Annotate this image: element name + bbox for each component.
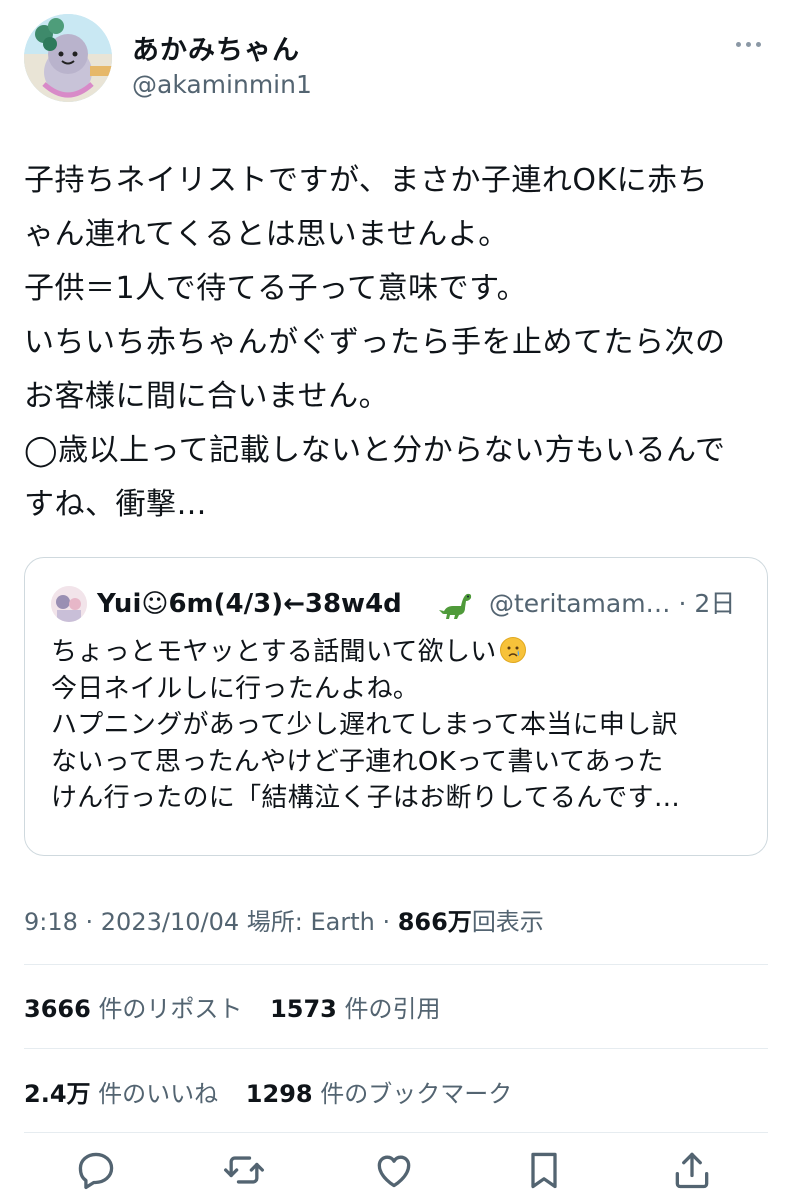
- crying-face-icon: [499, 636, 527, 664]
- tweet-detail: あかみちゃん @akaminmin1 子持ちネイリストですが、まさか子連れOKに…: [0, 0, 792, 1200]
- quotes-label: 件の引用: [344, 995, 441, 1023]
- action-bar: [0, 1148, 792, 1200]
- heart-icon[interactable]: [372, 1148, 416, 1192]
- divider: [24, 1132, 768, 1133]
- quoted-tweet[interactable]: Yui☺︎6m(4/3)←38w4d @teritamam… · 2日 ちょっと…: [24, 557, 768, 856]
- quotes-count: 1573: [270, 995, 337, 1023]
- tweet-line: 子供＝1人で待てる子って意味です。: [24, 271, 528, 306]
- quoted-line: ないって思ったんやけど子連れOKって書いてあった: [51, 746, 664, 777]
- view-label: 回表示: [471, 908, 544, 936]
- tweet-line: いちいち赤ちゃんがぐずったら手を止めてたら次の: [24, 325, 726, 360]
- bookmarks-count: 1298: [245, 1080, 313, 1108]
- quoted-line: けん行ったのに「結構泣く子はお断りしてるんです…: [51, 783, 681, 813]
- reposts-label: 件のリポスト: [98, 995, 243, 1023]
- quoted-line: 今日ネイルしに行ったんよね。: [51, 673, 420, 704]
- dinosaur-icon: [439, 588, 473, 620]
- bookmarks-label: 件のブックマーク: [320, 1080, 513, 1108]
- timestamp-location[interactable]: 9:18 · 2023/10/04 場所: Earth ·: [24, 908, 398, 936]
- quoted-display-name: Yui☺︎6m(4/3)←38w4d: [97, 589, 402, 619]
- likes-count: 2.4万: [24, 1080, 91, 1108]
- bookmark-icon[interactable]: [522, 1148, 566, 1192]
- bookmarks-stat[interactable]: 1298 件のブックマーク: [246, 1080, 512, 1108]
- tweet-meta: 9:18 · 2023/10/04 場所: Earth · 866万回表示: [24, 902, 544, 937]
- share-icon[interactable]: [670, 1148, 714, 1192]
- divider: [24, 964, 768, 965]
- tweet-text: 子持ちネイリストですが、まさか子連れOKに赤ち ゃん連れてくるとは思いませんよ。…: [24, 154, 768, 532]
- user-handle[interactable]: @akaminmin1: [132, 70, 312, 99]
- tweet-header: あかみちゃん @akaminmin1: [24, 14, 768, 104]
- quoted-tweet-header: Yui☺︎6m(4/3)←38w4d @teritamam… · 2日: [51, 586, 751, 622]
- quoted-text: ちょっとモヤッとする話聞いて欲しい 今日ネイルしに行ったんよね。 ハプニングがあ…: [51, 634, 751, 817]
- reposts-stat[interactable]: 3666 件のリポスト: [24, 995, 242, 1023]
- tweet-line: 子持ちネイリストですが、まさか子連れOKに赤ち: [24, 163, 709, 198]
- display-name[interactable]: あかみちゃん: [132, 28, 300, 67]
- reply-icon[interactable]: [74, 1148, 118, 1192]
- tweet-line: お客様に間に合いません。: [24, 379, 390, 414]
- quotes-stat[interactable]: 1573 件の引用: [270, 995, 440, 1023]
- quoted-time: 2日: [694, 589, 736, 618]
- quoted-dot: ·: [678, 589, 695, 618]
- tweet-line: すね、衝撃…: [24, 487, 207, 522]
- reposts-count: 3666: [24, 995, 91, 1023]
- tweet-line: ◯歳以上って記載しないと分からない方もいるんで: [24, 433, 726, 468]
- quoted-line: ちょっとモヤッとする話聞いて欲しい: [51, 634, 751, 671]
- quoted-line-text: ちょっとモヤッとする話聞いて欲しい: [51, 637, 497, 667]
- quoted-avatar: [51, 586, 87, 622]
- avatar[interactable]: [24, 14, 112, 102]
- more-icon[interactable]: [736, 32, 768, 47]
- likes-stat[interactable]: 2.4万 件のいいね: [24, 1080, 218, 1108]
- likes-label: 件のいいね: [98, 1080, 219, 1108]
- quoted-meta: @teritamam… · 2日: [489, 586, 735, 622]
- quoted-line: ハプニングがあって少し遅れてしまって本当に申し訳: [51, 710, 678, 740]
- tweet-line: ゃん連れてくるとは思いませんよ。: [24, 217, 509, 252]
- divider: [24, 1048, 768, 1049]
- engagement-stats-2: 2.4万 件のいいね 1298 件のブックマーク: [24, 1074, 532, 1109]
- retweet-icon[interactable]: [222, 1148, 266, 1192]
- engagement-stats-1: 3666 件のリポスト 1573 件の引用: [24, 989, 461, 1024]
- quoted-handle: @teritamam…: [489, 589, 671, 618]
- view-count: 866万: [397, 908, 472, 936]
